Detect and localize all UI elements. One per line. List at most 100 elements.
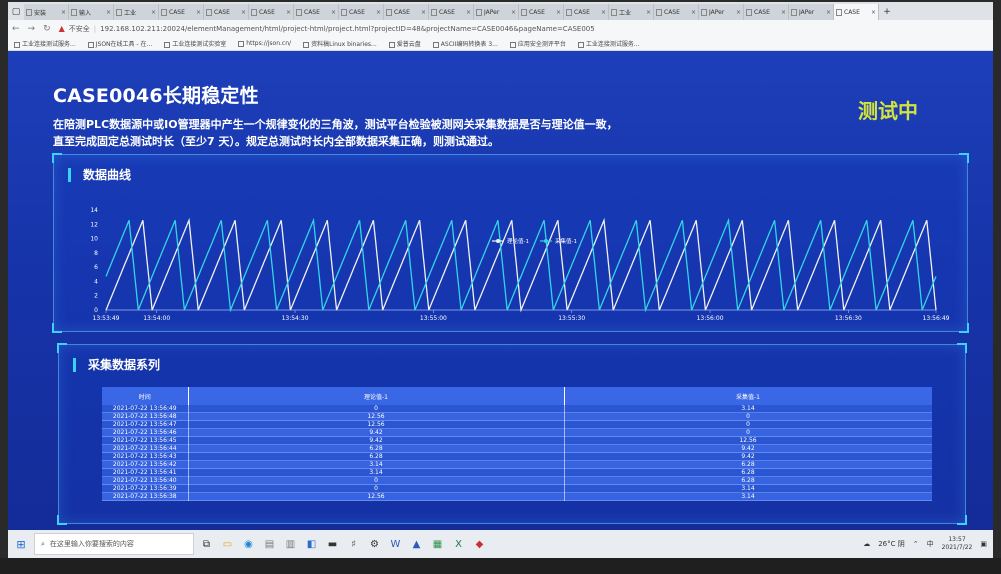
browser-tab[interactable]: CASE × [744, 4, 789, 20]
table-cell: 6.28 [564, 460, 932, 469]
close-icon[interactable]: × [691, 9, 696, 16]
browser-tab[interactable]: CASE × [384, 4, 429, 20]
table-cell: 0 [188, 476, 565, 485]
browser-tab[interactable]: 工业 × [609, 4, 654, 20]
column-header-time[interactable]: 时间 [102, 387, 189, 405]
bookmark-item[interactable]: 应用安全测评平台 [509, 39, 566, 48]
column-header-theory[interactable]: 理论值-1 [188, 387, 565, 405]
bookmark-item[interactable]: 爱普云盘 [388, 39, 421, 48]
url-field[interactable]: ▲ 不安全 | 192.168.102.211:20024/elementMan… [59, 24, 595, 34]
close-icon[interactable]: × [151, 9, 156, 16]
notification-icon[interactable]: ▣ [980, 540, 987, 548]
app-icon[interactable]: ▬ [324, 536, 341, 553]
bookmark-item[interactable]: https://json.cn/ [238, 40, 291, 47]
close-icon[interactable]: × [376, 9, 381, 16]
browser-tab[interactable]: CASE × [204, 4, 249, 20]
browser-tab[interactable]: CASE × [159, 4, 204, 20]
browser-tab[interactable]: JAPer × [474, 4, 519, 20]
close-icon[interactable]: × [511, 9, 516, 16]
chevron-up-icon[interactable]: ⌃ [913, 540, 919, 548]
forward-icon[interactable]: → [28, 24, 36, 34]
table-row[interactable]: 2021-07-22 13:56:46 9.42 0 [102, 428, 932, 437]
table-row[interactable]: 2021-07-22 13:56:49 0 3.14 [102, 405, 932, 413]
app-icon[interactable]: ♯ [345, 536, 362, 553]
browser-tab[interactable]: JAPer × [699, 4, 744, 20]
close-icon[interactable]: × [61, 9, 66, 16]
browser-tab[interactable]: CASE × [249, 4, 294, 20]
browser-tab[interactable]: CASE × [339, 4, 384, 20]
tab-label: CASE [349, 8, 365, 16]
new-tab-button[interactable]: + [879, 4, 895, 20]
close-icon[interactable]: × [736, 9, 741, 16]
table-row[interactable]: 2021-07-22 13:56:47 12.56 0 [102, 420, 932, 429]
close-icon[interactable]: × [826, 9, 831, 16]
y-tick-label: 14 [90, 207, 98, 214]
table-row[interactable]: 2021-07-22 13:56:39 0 3.14 [102, 484, 932, 493]
bookmark-item[interactable]: 工业连接测试服务... [577, 39, 640, 48]
close-icon[interactable]: × [781, 9, 786, 16]
table-row[interactable]: 2021-07-22 13:56:44 6.28 9.42 [102, 444, 932, 453]
excel-icon[interactable]: X [450, 536, 467, 553]
test-status: 测试中 [858, 99, 918, 123]
ime-indicator[interactable]: 中 [927, 539, 934, 549]
window-menu-icon[interactable]: ▢ [8, 4, 24, 20]
browser-tab[interactable]: CASE × [519, 4, 564, 20]
pdf-icon[interactable]: ◆ [471, 536, 488, 553]
bookmark-item[interactable]: 工业连接测试实验室 [164, 39, 226, 48]
settings-icon[interactable]: ⚙ [366, 536, 383, 553]
table-row[interactable]: 2021-07-22 13:56:38 12.56 3.14 [102, 492, 932, 501]
close-icon[interactable]: × [556, 9, 561, 16]
close-icon[interactable]: × [106, 9, 111, 16]
start-button[interactable]: ⊞ [8, 530, 34, 558]
browser-tab[interactable]: 输入 × [69, 4, 114, 20]
bookmark-item[interactable]: JSON在线工具 - 在... [87, 39, 152, 48]
bookmark-item[interactable]: ASCII编码转换表 3... [432, 39, 498, 48]
app-icon[interactable]: ▥ [282, 536, 299, 553]
task-view-icon[interactable]: ⧉ [198, 536, 215, 553]
app-icon[interactable]: ▤ [261, 536, 278, 553]
browser-tab[interactable]: 工业 × [114, 4, 159, 20]
app-icon[interactable]: ◧ [303, 536, 320, 553]
chart-panel: 数据曲线 0 2 4 6 8 10 12 14 13:53:49 13:54:00 13:54:30… [52, 153, 969, 333]
table-cell: 3.14 [188, 460, 565, 469]
close-icon[interactable]: × [601, 9, 606, 16]
word-icon[interactable]: W [387, 536, 404, 553]
file-explorer-icon[interactable]: ▭ [219, 536, 236, 553]
browser-tab[interactable]: CASE × [429, 4, 474, 20]
table-row[interactable]: 2021-07-22 13:56:43 6.28 9.42 [102, 452, 932, 461]
browser-tab[interactable]: CASE × [654, 4, 699, 20]
table-scroll-area[interactable]: 时间 理论值-1 采集值-1 2021-07-22 13:56:49 0 3.14 2… [102, 387, 932, 507]
app-icon[interactable]: ▲ [408, 536, 425, 553]
browser-tab[interactable]: CASE × [294, 4, 339, 20]
bookmark-item[interactable]: 资料稿Linux binaries... [303, 39, 377, 48]
bookmark-item[interactable]: 工业连接测试服务... [14, 39, 76, 48]
clock[interactable]: 13:57 2021/7/22 [942, 536, 973, 552]
page-icon [251, 8, 257, 16]
close-icon[interactable]: × [331, 9, 336, 16]
close-icon[interactable]: × [466, 9, 471, 16]
close-icon[interactable]: × [421, 9, 426, 16]
close-icon[interactable]: × [871, 9, 876, 16]
close-icon[interactable]: × [646, 9, 651, 16]
close-icon[interactable]: × [241, 9, 246, 16]
weather-text[interactable]: 26°C 阴 [878, 539, 905, 549]
table-row[interactable]: 2021-07-22 13:56:42 3.14 6.28 [102, 460, 932, 469]
close-icon[interactable]: × [286, 9, 291, 16]
table-row[interactable]: 2021-07-22 13:56:45 9.42 12.56 [102, 436, 932, 445]
browser-tab[interactable]: CASE × [564, 4, 609, 20]
table-row[interactable]: 2021-07-22 13:56:41 3.14 6.28 [102, 468, 932, 477]
close-icon[interactable]: × [196, 9, 201, 16]
table-row[interactable]: 2021-07-22 13:56:40 0 6.28 [102, 476, 932, 485]
back-icon[interactable]: ← [12, 24, 20, 34]
taskbar-search[interactable]: ⌕ 在这里输入你要搜索的内容 [34, 533, 194, 555]
table-panel-title: 采集数据系列 [73, 358, 160, 372]
browser-tab[interactable]: 安装 × [24, 4, 69, 20]
edge-browser-icon[interactable]: ◉ [240, 536, 257, 553]
table-cell: 3.14 [188, 468, 565, 477]
table-row[interactable]: 2021-07-22 13:56:48 12.56 0 [102, 412, 932, 421]
browser-tab[interactable]: CASE × [834, 4, 879, 20]
reload-icon[interactable]: ↻ [43, 24, 51, 34]
column-header-collected[interactable]: 采集值-1 [564, 387, 932, 405]
browser-tab[interactable]: JAPer × [789, 4, 834, 20]
app-icon[interactable]: ▦ [429, 536, 446, 553]
